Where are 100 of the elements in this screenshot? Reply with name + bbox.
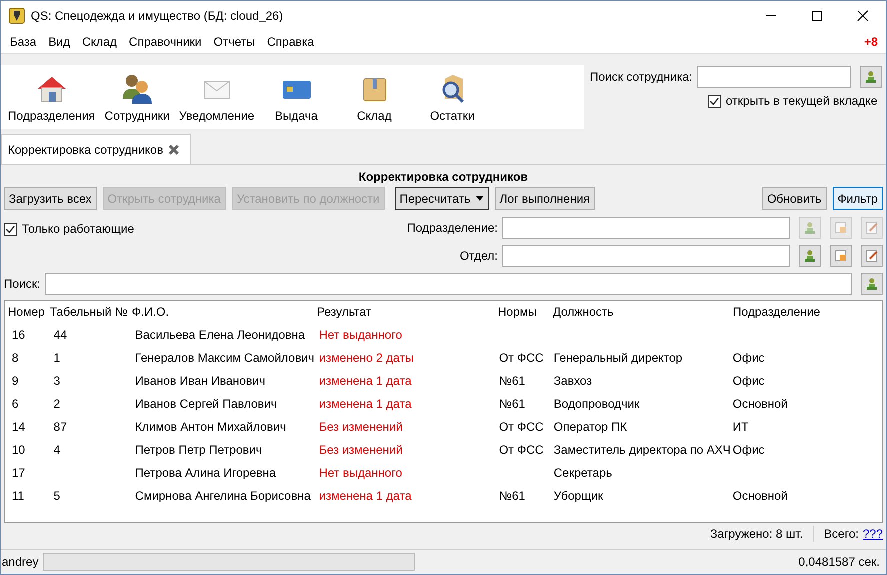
- table-cell: 5: [54, 488, 60, 502]
- checkbox-label: Только работающие: [22, 222, 134, 236]
- action-button[interactable]: Лог выполнения: [494, 187, 596, 210]
- input-field[interactable]: [502, 245, 790, 267]
- table-cell: 4: [54, 442, 60, 456]
- employee-search-field[interactable]: [696, 66, 851, 88]
- pencil-icon: [865, 221, 879, 235]
- column-header[interactable]: Номер: [7, 305, 49, 319]
- column-header[interactable]: Нормы: [497, 305, 552, 319]
- table-cell: №61: [499, 488, 526, 502]
- table-cell: Генералов Максим Самойлович: [135, 350, 315, 364]
- table-cell: Уборщик: [554, 488, 604, 502]
- stamp-icon: [803, 221, 817, 235]
- table-cell: 6: [12, 396, 19, 410]
- field-label: Отдел:: [460, 249, 498, 263]
- menu-item[interactable]: Отчеты: [208, 35, 262, 49]
- field-label: Поиск:: [4, 277, 41, 291]
- table-cell: ИТ: [732, 420, 749, 434]
- total-label: Всего:: [824, 527, 859, 541]
- action-button[interactable]: Обновить: [762, 187, 827, 210]
- table-cell: Нет выданного: [319, 328, 402, 342]
- toolbar-button[interactable]: Сотрудники: [98, 65, 176, 129]
- table-cell: Без изменений: [319, 442, 403, 456]
- table-cell: 8: [12, 350, 19, 364]
- caret-icon: [476, 196, 484, 201]
- table-cell: 17: [12, 466, 26, 480]
- tab[interactable]: Корректировка сотрудников: [1, 134, 192, 164]
- table-cell: Офис: [732, 442, 765, 456]
- column-header[interactable]: Табельный №: [49, 305, 131, 319]
- toolbar-button[interactable]: Уведомление: [176, 65, 258, 129]
- edit-button[interactable]: [861, 217, 883, 239]
- table-cell: От ФСС: [499, 442, 544, 456]
- action-button[interactable]: Загрузить всех: [4, 187, 97, 210]
- menu-item[interactable]: Склад: [76, 35, 124, 49]
- user-name: andrey: [2, 555, 39, 569]
- edit-button[interactable]: [861, 245, 883, 267]
- field-label: Подразделение:: [407, 221, 498, 235]
- table-cell: 16: [12, 328, 26, 342]
- table-cell: изменена 1 дата: [319, 396, 412, 410]
- stamp-button[interactable]: [799, 245, 821, 267]
- toolbar-button[interactable]: Подразделения: [5, 65, 98, 129]
- menu-item[interactable]: База: [4, 35, 43, 49]
- table-cell: Петрова Алина Игоревна: [135, 466, 276, 480]
- table-cell: 11: [12, 488, 24, 502]
- window-title: QS: Спецодежда и имущество (БД: cloud_26): [31, 9, 284, 23]
- menu-item[interactable]: Справка: [261, 35, 320, 49]
- menu-item[interactable]: Вид: [42, 35, 76, 49]
- app-icon: [9, 8, 25, 24]
- field-label: Поиск сотрудника:: [590, 70, 693, 84]
- elapsed-time: 0,0481587 сек.: [798, 555, 880, 569]
- table-cell: №61: [499, 396, 526, 410]
- table-cell: 3: [54, 374, 60, 388]
- stamp-button[interactable]: [861, 273, 883, 295]
- stamp-button[interactable]: [860, 66, 882, 88]
- table-cell: Нет выданного: [319, 466, 402, 480]
- total-link[interactable]: ???: [862, 527, 883, 541]
- table-cell: От ФСС: [499, 420, 544, 434]
- input-field[interactable]: [502, 217, 790, 239]
- menu-item[interactable]: Справочники: [123, 35, 208, 49]
- table-cell: 10: [12, 442, 26, 456]
- checkbox-label: открыть в текущей вкладке: [726, 94, 878, 108]
- toolbar-button[interactable]: Остатки: [414, 65, 492, 129]
- table-cell: 14: [12, 420, 26, 434]
- table-cell: изменено 2 даты: [319, 350, 414, 364]
- checkbox[interactable]: [708, 94, 721, 108]
- close-icon[interactable]: [168, 144, 180, 156]
- stamp-icon: [865, 277, 879, 291]
- folder-icon: [834, 249, 848, 263]
- column-header[interactable]: Подразделение: [732, 305, 882, 319]
- notification-count[interactable]: +8: [864, 35, 878, 49]
- people-icon: [121, 73, 154, 105]
- table-cell: 1: [54, 350, 60, 364]
- column-header[interactable]: Ф.И.О.: [131, 305, 316, 319]
- table-cell: Заместитель директора по АХЧ: [554, 442, 731, 456]
- stamp-icon: [864, 70, 878, 84]
- table-cell: Оператор ПК: [554, 420, 628, 434]
- table-cell: Офис: [732, 374, 765, 388]
- table-cell: Генеральный директор: [554, 350, 683, 364]
- table-cell: Иванов Сергей Павлович: [135, 396, 278, 410]
- column-header[interactable]: Результат: [316, 305, 497, 319]
- action-button[interactable]: Фильтр: [832, 187, 883, 210]
- dropdown-button[interactable]: Пересчитать: [394, 187, 489, 210]
- search-field[interactable]: [44, 273, 852, 295]
- table-cell: Васильева Елена Леонидовна: [135, 328, 306, 342]
- table-cell: 9: [12, 374, 19, 388]
- panel-title: Корректировка сотрудников: [358, 170, 530, 184]
- table-cell: Секретарь: [554, 466, 612, 480]
- table-cell: 2: [54, 396, 60, 410]
- table-cell: Климов Антон Михайлович: [135, 420, 286, 434]
- table-cell: От ФСС: [499, 350, 544, 364]
- toolbar-button[interactable]: Выдача: [258, 65, 336, 129]
- checkbox[interactable]: [4, 222, 17, 236]
- table-cell: Водопроводчик: [554, 396, 640, 410]
- folder-button[interactable]: [830, 245, 852, 267]
- column-header[interactable]: Должность: [552, 305, 732, 319]
- toolbar-button[interactable]: Склад: [336, 65, 414, 129]
- folder-icon: [834, 221, 848, 235]
- table-cell: Завхоз: [554, 374, 592, 388]
- table-cell: 87: [54, 420, 68, 434]
- table-cell: Без изменений: [319, 420, 403, 434]
